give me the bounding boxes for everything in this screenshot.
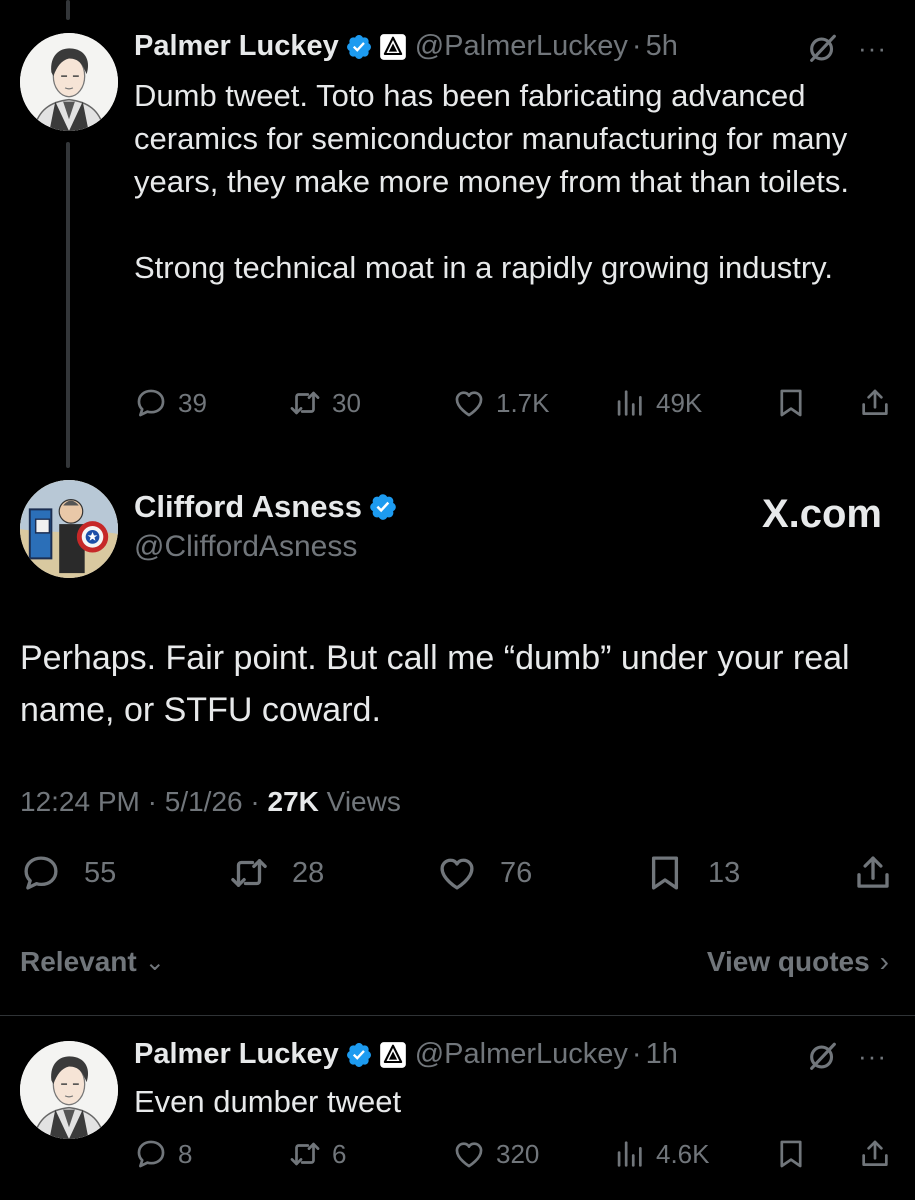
avatar[interactable] xyxy=(20,480,118,578)
repost-icon xyxy=(288,386,322,420)
like-button[interactable]: 320 xyxy=(452,1137,539,1171)
reply-icon xyxy=(134,1137,168,1171)
like-count: 1.7K xyxy=(496,387,550,418)
bookmark-button[interactable] xyxy=(774,386,808,420)
tweet-actions: 55 28 76 13 xyxy=(20,852,895,902)
reply-count: 39 xyxy=(178,387,207,418)
verified-badge-icon xyxy=(368,492,398,522)
author-name[interactable]: Palmer Luckey xyxy=(134,1038,339,1071)
x-watermark: X.com xyxy=(761,492,882,536)
separator: · xyxy=(631,30,642,62)
view-count[interactable]: 27K xyxy=(268,786,319,817)
author-handle[interactable]: @PalmerLuckey xyxy=(415,1038,628,1071)
like-count: 320 xyxy=(496,1138,540,1169)
repost-button[interactable]: 28 xyxy=(228,852,324,894)
tweet-text: Even dumber tweet xyxy=(134,1084,402,1119)
like-icon xyxy=(452,386,486,420)
like-count: 76 xyxy=(500,856,533,889)
reply-count: 55 xyxy=(84,856,117,889)
tweet-time[interactable]: 12:24 PM xyxy=(20,786,140,817)
like-icon xyxy=(452,1137,486,1171)
thread-line-top xyxy=(66,0,70,20)
tweet-actions: 8 6 320 4.6K xyxy=(134,1137,894,1177)
tweet-header: Palmer Luckey @PalmerLuckey · 1h xyxy=(134,1038,678,1071)
tweet-paragraph: Dumb tweet. Toto has been fabricating ad… xyxy=(134,78,850,199)
bookmark-button[interactable]: 13 xyxy=(644,852,740,894)
repost-count: 28 xyxy=(292,856,325,889)
palmer-avatar-image xyxy=(20,33,118,131)
share-button[interactable] xyxy=(852,852,894,894)
bookmark-icon xyxy=(774,386,808,420)
repost-button[interactable]: 6 xyxy=(288,1137,346,1171)
tweet-text: Dumb tweet. Toto has been fabricating ad… xyxy=(134,74,894,289)
timestamp[interactable]: 5h xyxy=(646,30,678,63)
author-name[interactable]: Clifford Asness xyxy=(134,489,362,525)
more-icon[interactable]: ··· xyxy=(858,33,887,64)
tweet-meta: 12:24 PM · 5/1/26 · 27K Views xyxy=(20,786,401,818)
author-handle[interactable]: @CliffordAsness xyxy=(134,530,357,564)
repost-count: 6 xyxy=(332,1138,347,1169)
view-count: 4.6K xyxy=(656,1138,710,1169)
reply-icon xyxy=(20,852,62,894)
avatar[interactable] xyxy=(20,33,118,131)
author-name[interactable]: Palmer Luckey xyxy=(134,30,339,63)
reply-icon xyxy=(134,386,168,420)
repost-count: 30 xyxy=(332,387,361,418)
timestamp[interactable]: 1h xyxy=(646,1038,678,1071)
reply-count: 8 xyxy=(178,1138,193,1169)
sort-label: Relevant xyxy=(20,946,137,977)
tweet-actions: 39 30 1.7K 49K xyxy=(134,386,894,426)
reply-button[interactable]: 39 xyxy=(134,386,207,420)
tweet-paragraph: Strong technical moat in a rapidly growi… xyxy=(134,250,833,285)
tweet-header: Palmer Luckey @PalmerLuckey · 5h xyxy=(134,30,678,63)
chevron-down-icon: ⌄ xyxy=(144,948,165,976)
verified-badge-icon xyxy=(345,33,373,61)
thread-line-mid xyxy=(66,142,70,468)
reply-button[interactable]: 55 xyxy=(20,852,116,894)
bookmark-button[interactable] xyxy=(774,1137,808,1171)
like-button[interactable]: 1.7K xyxy=(452,386,550,420)
views-button[interactable]: 49K xyxy=(612,386,702,420)
share-icon xyxy=(858,386,892,420)
author-handle[interactable]: @PalmerLuckey xyxy=(415,30,628,63)
author-name-row: Clifford Asness xyxy=(134,489,398,525)
views-icon xyxy=(612,386,646,420)
reply-button[interactable]: 8 xyxy=(134,1137,192,1171)
share-button[interactable] xyxy=(858,386,892,420)
views-label[interactable]: Views xyxy=(327,786,401,817)
separator: · xyxy=(147,786,157,817)
more-icon[interactable]: ··· xyxy=(858,1041,887,1072)
repost-button[interactable]: 30 xyxy=(288,386,361,420)
repost-icon xyxy=(288,1137,322,1171)
separator: · xyxy=(631,1038,642,1070)
palmer-avatar-image xyxy=(20,1041,118,1139)
views-button[interactable]: 4.6K xyxy=(612,1137,710,1171)
view-count: 49K xyxy=(656,387,703,418)
like-button[interactable]: 76 xyxy=(436,852,532,894)
separator: · xyxy=(250,786,260,817)
tweet-text: Perhaps. Fair point. But call me “dumb” … xyxy=(20,639,850,729)
view-quotes-link[interactable]: View quotes › xyxy=(707,946,889,978)
view-quotes-label: View quotes xyxy=(706,946,870,977)
grok-icon[interactable] xyxy=(806,32,840,66)
bookmark-count: 13 xyxy=(708,856,741,889)
avatar[interactable] xyxy=(20,1041,118,1139)
views-icon xyxy=(612,1137,646,1171)
like-icon xyxy=(436,852,478,894)
share-icon xyxy=(852,852,894,894)
clifford-avatar-image xyxy=(20,480,118,578)
bookmark-icon xyxy=(644,852,686,894)
anduril-affiliate-icon[interactable] xyxy=(379,1041,407,1069)
bookmark-icon xyxy=(774,1137,808,1171)
repost-icon xyxy=(228,852,270,894)
chevron-right-icon: › xyxy=(879,946,889,977)
share-icon xyxy=(858,1137,892,1171)
grok-icon[interactable] xyxy=(806,1040,840,1074)
share-button[interactable] xyxy=(858,1137,892,1171)
sort-dropdown[interactable]: Relevant ⌄ xyxy=(20,946,165,978)
divider xyxy=(0,1015,915,1016)
verified-badge-icon xyxy=(345,1041,373,1069)
anduril-affiliate-icon[interactable] xyxy=(379,33,407,61)
tweet-date[interactable]: 5/1/26 xyxy=(165,786,243,817)
